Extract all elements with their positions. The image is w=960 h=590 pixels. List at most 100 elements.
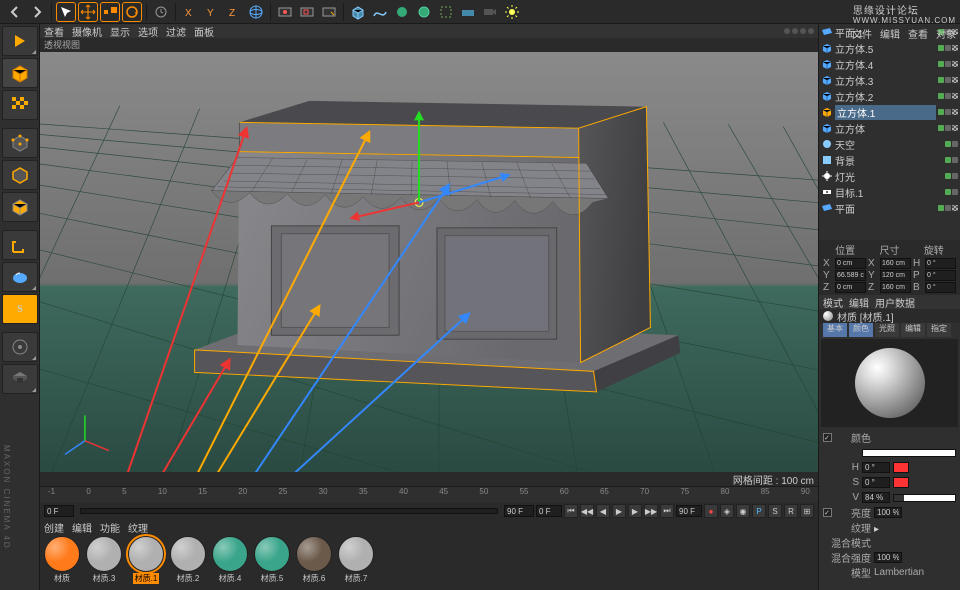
- material-item[interactable]: 材质.6: [294, 536, 334, 584]
- subtab-edit[interactable]: 编辑: [901, 323, 925, 337]
- point-mode-icon[interactable]: [2, 128, 38, 158]
- timeline[interactable]: -1051015202530354045505560657075808590: [40, 486, 818, 502]
- view-menu-panel[interactable]: 面板: [194, 24, 214, 39]
- start-frame-input[interactable]: [44, 505, 74, 517]
- texture-mode-icon[interactable]: [2, 90, 38, 120]
- color-checkbox[interactable]: [823, 433, 832, 442]
- move-tool-icon[interactable]: [78, 2, 98, 22]
- mat-menu-edit[interactable]: 编辑: [72, 520, 92, 534]
- sat-input[interactable]: [862, 477, 890, 488]
- lock-icon[interactable]: [2, 364, 38, 394]
- val-input[interactable]: [862, 492, 890, 503]
- end-frame-input-2[interactable]: [676, 505, 702, 517]
- texture-arrow-icon[interactable]: ▸: [874, 524, 882, 532]
- object-hierarchy[interactable]: 平面.1立方体.5立方体.4立方体.3立方体.2立方体.1立方体天空背景灯光目标…: [819, 24, 960, 240]
- hierarchy-row[interactable]: 天空: [819, 136, 960, 152]
- light-icon[interactable]: [502, 2, 522, 22]
- mat-menu-func[interactable]: 功能: [100, 520, 120, 534]
- hierarchy-row[interactable]: 灯光: [819, 168, 960, 184]
- view-menu-view[interactable]: 查看: [44, 24, 64, 39]
- hierarchy-row[interactable]: 立方体.3: [819, 72, 960, 88]
- key-scale-icon[interactable]: S: [768, 504, 782, 518]
- environment-icon[interactable]: [458, 2, 478, 22]
- goto-start-icon[interactable]: ⏮: [564, 504, 578, 518]
- attr-tab-mode[interactable]: 模式: [823, 295, 843, 309]
- view-menu-camera[interactable]: 摄像机: [72, 24, 102, 39]
- subtab-illum[interactable]: 光照: [875, 323, 899, 337]
- hue-input[interactable]: [862, 462, 890, 473]
- render-region-icon[interactable]: [297, 2, 317, 22]
- subtab-basic[interactable]: 基本: [823, 323, 847, 337]
- material-item[interactable]: 材质.2: [168, 536, 208, 584]
- primitive-cube-icon[interactable]: [348, 2, 368, 22]
- material-item[interactable]: 材质.7: [336, 536, 376, 584]
- mat-menu-tex[interactable]: 纹理: [128, 520, 148, 534]
- x-axis-icon[interactable]: X: [180, 2, 200, 22]
- start-frame-input-2[interactable]: [536, 505, 562, 517]
- menu-object[interactable]: 对象: [936, 26, 956, 41]
- key-pos-icon[interactable]: P: [752, 504, 766, 518]
- camera-icon[interactable]: [480, 2, 500, 22]
- subtab-assign[interactable]: 指定: [927, 323, 951, 337]
- generator-icon[interactable]: [414, 2, 434, 22]
- key-rot-icon[interactable]: R: [784, 504, 798, 518]
- next-key-icon[interactable]: ▶▶: [644, 504, 658, 518]
- material-item[interactable]: 材质: [42, 536, 82, 584]
- material-item[interactable]: 材质.3: [84, 536, 124, 584]
- blendstr-input[interactable]: [874, 552, 902, 563]
- rotate-tool-icon[interactable]: [122, 2, 142, 22]
- view-menu-display[interactable]: 显示: [110, 24, 130, 39]
- undo-icon[interactable]: [5, 2, 25, 22]
- hierarchy-row[interactable]: 立方体.5: [819, 40, 960, 56]
- y-axis-icon[interactable]: Y: [202, 2, 222, 22]
- snap-icon[interactable]: S: [2, 294, 38, 324]
- hierarchy-row[interactable]: 立方体.1: [819, 104, 960, 120]
- menu-file[interactable]: 文件: [852, 26, 872, 41]
- mat-menu-create[interactable]: 创建: [44, 520, 64, 534]
- attr-tab-edit[interactable]: 编辑: [849, 295, 869, 309]
- material-item[interactable]: 材质.5: [252, 536, 292, 584]
- end-frame-input[interactable]: [504, 505, 534, 517]
- goto-end-icon[interactable]: ⏭: [660, 504, 674, 518]
- deformer-icon[interactable]: [436, 2, 456, 22]
- workplane-icon[interactable]: [2, 332, 38, 362]
- key-all-icon[interactable]: ◉: [736, 504, 750, 518]
- color-swatch[interactable]: [862, 449, 956, 457]
- menu-edit[interactable]: 编辑: [880, 26, 900, 41]
- bright-checkbox[interactable]: [823, 508, 832, 517]
- hierarchy-row[interactable]: 立方体.2: [819, 88, 960, 104]
- select-tool-icon[interactable]: [56, 2, 76, 22]
- autokey-icon[interactable]: ◈: [720, 504, 734, 518]
- subtab-color[interactable]: 颜色: [849, 323, 873, 337]
- material-manager[interactable]: 材质材质.3材质.1材质.2材质.4材质.5材质.6材质.7: [40, 534, 818, 590]
- nurbs-icon[interactable]: [392, 2, 412, 22]
- timeline-slider[interactable]: [80, 508, 498, 514]
- view-menu-filter[interactable]: 过滤: [166, 24, 186, 39]
- make-editable-icon[interactable]: [2, 26, 38, 56]
- edge-mode-icon[interactable]: [2, 160, 38, 190]
- model-mode-icon[interactable]: [2, 58, 38, 88]
- brightness-input[interactable]: [874, 507, 902, 518]
- material-item[interactable]: 材质.4: [210, 536, 250, 584]
- redo-icon[interactable]: [27, 2, 47, 22]
- s-swatch[interactable]: [893, 477, 909, 488]
- v-bar[interactable]: [893, 494, 956, 502]
- prev-frame-icon[interactable]: ◀: [596, 504, 610, 518]
- z-axis-icon[interactable]: Z: [224, 2, 244, 22]
- spline-icon[interactable]: [370, 2, 390, 22]
- hierarchy-row[interactable]: 背景: [819, 152, 960, 168]
- menu-view[interactable]: 查看: [908, 26, 928, 41]
- hierarchy-row[interactable]: 平面: [819, 200, 960, 216]
- polygon-mode-icon[interactable]: [2, 192, 38, 222]
- render-settings-icon[interactable]: [319, 2, 339, 22]
- material-item[interactable]: 材质.1: [126, 536, 166, 584]
- h-swatch[interactable]: [893, 462, 909, 473]
- hierarchy-row[interactable]: 立方体.4: [819, 56, 960, 72]
- axis-mode-icon[interactable]: [2, 230, 38, 260]
- scale-tool-icon[interactable]: [100, 2, 120, 22]
- attr-tab-user[interactable]: 用户数据: [875, 295, 915, 309]
- key-param-icon[interactable]: ⊞: [800, 504, 814, 518]
- hierarchy-row[interactable]: 目标.1: [819, 184, 960, 200]
- play-icon[interactable]: ▶: [612, 504, 626, 518]
- record-icon[interactable]: ●: [704, 504, 718, 518]
